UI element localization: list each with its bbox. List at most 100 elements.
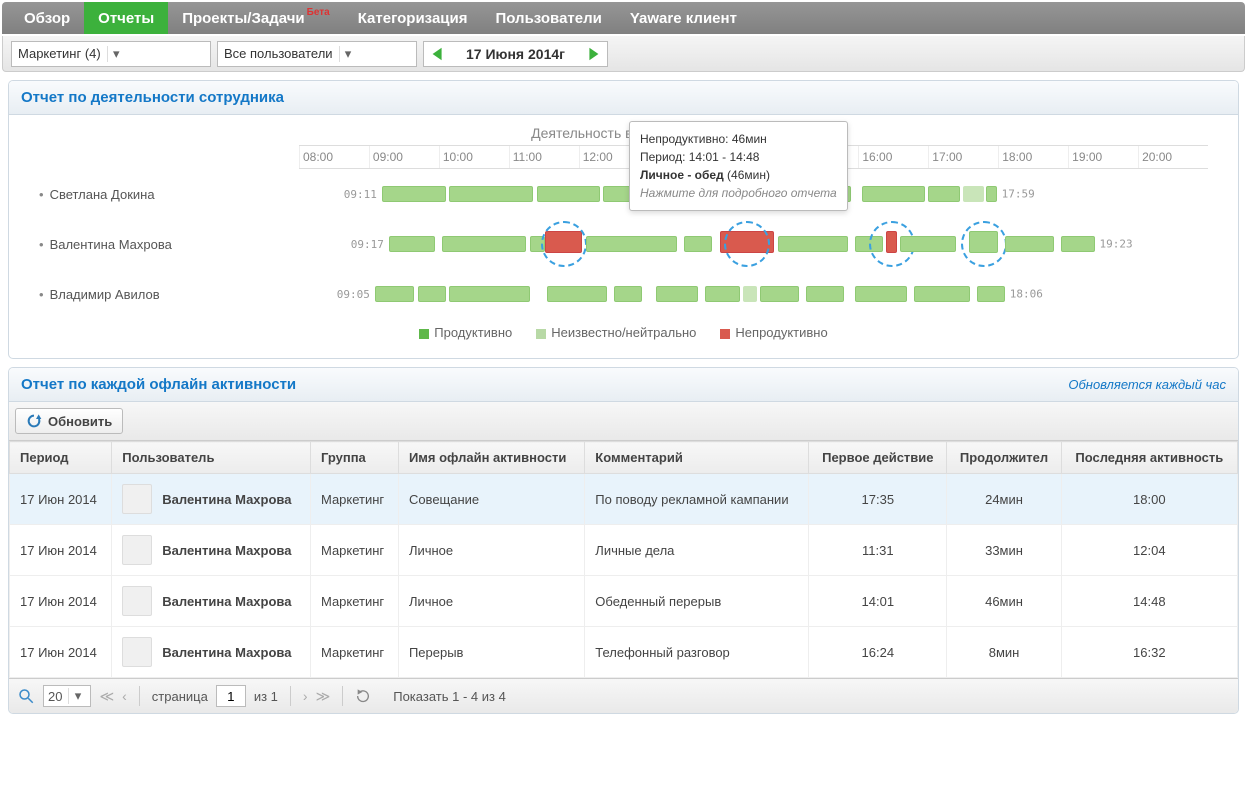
nav-item-3[interactable]: Категоризация: [344, 2, 482, 34]
activity-segment[interactable]: [928, 186, 959, 202]
employee-name: Владимир Авилов: [39, 287, 299, 302]
table-cell: 14:48: [1061, 576, 1237, 627]
chevron-down-icon[interactable]: ▾: [339, 46, 357, 62]
legend-productive: Продуктивно: [419, 325, 512, 340]
page-size-select[interactable]: 20 ▾: [43, 685, 91, 707]
activity-segment[interactable]: [855, 286, 907, 302]
activity-segment[interactable]: [389, 236, 436, 252]
highlight-circle: [541, 221, 587, 267]
activity-segment[interactable]: [684, 236, 712, 252]
legend-neutral: Неизвестно/нейтрально: [536, 325, 696, 340]
gantt-track[interactable]: 09:1719:23: [299, 219, 1208, 269]
table-cell: Маркетинг: [310, 576, 398, 627]
page-size-value: 20: [48, 689, 62, 704]
table-cell: 17 Июн 2014: [10, 627, 112, 678]
activity-segment[interactable]: [547, 286, 606, 302]
time-tick: 09:00: [369, 146, 439, 168]
nav-item-1[interactable]: Отчеты: [84, 2, 168, 34]
table-cell: Личные дела: [585, 525, 809, 576]
table-header[interactable]: Пользователь: [112, 442, 311, 474]
table-row[interactable]: 17 Июн 2014Валентина МахроваМаркетингСов…: [10, 474, 1238, 525]
activity-segment[interactable]: [418, 286, 446, 302]
time-tick: 08:00: [299, 146, 369, 168]
activity-panel: Отчет по деятельности сотрудника Деятель…: [8, 80, 1239, 359]
activity-segment[interactable]: [614, 286, 642, 302]
refresh-icon: [26, 413, 42, 429]
activity-segment[interactable]: [986, 186, 997, 202]
activity-segment[interactable]: [977, 286, 1005, 302]
table-header[interactable]: Первое действие: [809, 442, 947, 474]
table-cell: 16:24: [809, 627, 947, 678]
activity-segment[interactable]: [1061, 236, 1095, 252]
activity-segment[interactable]: [449, 186, 533, 202]
chevron-down-icon[interactable]: ▾: [107, 46, 125, 62]
activity-segment[interactable]: [382, 186, 446, 202]
refresh-button[interactable]: Обновить: [15, 408, 123, 434]
table-cell: 17 Июн 2014: [10, 474, 112, 525]
refresh-label: Обновить: [48, 414, 112, 429]
table-cell: По поводу рекламной кампании: [585, 474, 809, 525]
page-input[interactable]: [216, 685, 246, 707]
table-header[interactable]: Группа: [310, 442, 398, 474]
activity-segment[interactable]: [806, 286, 844, 302]
table-row[interactable]: 17 Июн 2014Валентина МахроваМаркетингПер…: [10, 627, 1238, 678]
first-page-button[interactable]: ≪: [99, 688, 114, 705]
table-cell: Маркетинг: [310, 627, 398, 678]
date-label[interactable]: 17 Июня 2014г: [452, 46, 579, 62]
activity-segment[interactable]: [442, 236, 526, 252]
activity-segment[interactable]: [1005, 236, 1054, 252]
table-header[interactable]: Имя офлайн активности: [398, 442, 584, 474]
gantt-track[interactable]: 09:0518:06: [299, 269, 1208, 319]
activity-segment[interactable]: [963, 186, 984, 202]
activity-segment[interactable]: [760, 286, 798, 302]
table-header[interactable]: Период: [10, 442, 112, 474]
filter-bar: Маркетинг (4) ▾ Все пользователи ▾ 17 Ию…: [2, 36, 1245, 72]
prev-date-button[interactable]: [424, 42, 452, 66]
group-select[interactable]: Маркетинг (4) ▾: [11, 41, 211, 67]
table-cell: 18:00: [1061, 474, 1237, 525]
nav-item-5[interactable]: Yaware клиент: [616, 2, 751, 34]
next-page-button[interactable]: ›: [303, 688, 308, 704]
tooltip-line2: Период: 14:01 - 14:48: [640, 148, 837, 166]
nav-item-0[interactable]: Обзор: [10, 2, 84, 34]
activity-segment[interactable]: [586, 236, 677, 252]
next-date-button[interactable]: [579, 42, 607, 66]
table-row[interactable]: 17 Июн 2014Валентина МахроваМаркетингЛич…: [10, 525, 1238, 576]
offline-panel-header: Отчет по каждой офлайн активности Обновл…: [9, 368, 1238, 402]
activity-segment[interactable]: [449, 286, 529, 302]
activity-segment[interactable]: [705, 286, 740, 302]
reload-icon[interactable]: [355, 688, 371, 704]
activity-panel-title: Отчет по деятельности сотрудника: [9, 81, 1238, 115]
activity-segment[interactable]: [900, 236, 956, 252]
activity-segment[interactable]: [743, 286, 757, 302]
offline-panel-subtitle: Обновляется каждый час: [1068, 377, 1226, 392]
activity-segment[interactable]: [375, 286, 415, 302]
time-tick: 19:00: [1068, 146, 1138, 168]
table-cell: 12:04: [1061, 525, 1237, 576]
activity-segment[interactable]: [862, 186, 925, 202]
activity-tooltip: Непродуктивно: 46мин Период: 14:01 - 14:…: [629, 121, 848, 211]
activity-segment[interactable]: [914, 286, 970, 302]
table-row[interactable]: 17 Июн 2014Валентина МахроваМаркетингЛич…: [10, 576, 1238, 627]
users-select[interactable]: Все пользователи ▾: [217, 41, 417, 67]
search-icon[interactable]: [17, 687, 35, 705]
track-start-time: 09:11: [344, 188, 377, 201]
activity-segment[interactable]: [778, 236, 848, 252]
prev-page-button[interactable]: ‹: [122, 688, 127, 704]
table-cell: Личное: [398, 576, 584, 627]
last-page-button[interactable]: ≫: [316, 688, 331, 705]
table-header[interactable]: Последняя активность: [1061, 442, 1237, 474]
activity-segment[interactable]: [537, 186, 600, 202]
table-cell: 24мин: [947, 474, 1061, 525]
table-header[interactable]: Комментарий: [585, 442, 809, 474]
page-of-label: из 1: [254, 689, 278, 704]
employee-name: Светлана Докина: [39, 187, 299, 202]
table-header[interactable]: Продолжител: [947, 442, 1061, 474]
time-tick: 18:00: [998, 146, 1068, 168]
nav-item-4[interactable]: Пользователи: [481, 2, 615, 34]
gantt-row: Валентина Махрова09:1719:23: [39, 219, 1208, 269]
table-cell: 11:31: [809, 525, 947, 576]
activity-segment[interactable]: [656, 286, 698, 302]
nav-item-2[interactable]: Проекты/ЗадачиБета: [168, 2, 344, 34]
chevron-down-icon[interactable]: ▾: [68, 688, 86, 704]
